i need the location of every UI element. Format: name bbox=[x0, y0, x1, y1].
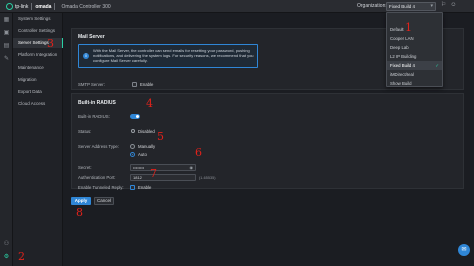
builtin-radius-toggle[interactable] bbox=[130, 114, 140, 119]
tools-icon[interactable]: ✎ bbox=[3, 56, 10, 63]
nav-item-server-settings[interactable]: Server Settings bbox=[13, 38, 63, 48]
devices-icon[interactable]: ▣ bbox=[3, 30, 10, 37]
authentication-port-input[interactable]: 1812 bbox=[130, 174, 196, 181]
product-name: omada bbox=[35, 3, 52, 10]
dropdown-item-label: Fixed Build 4 bbox=[390, 63, 415, 68]
nav-item-platform-integration[interactable]: Platform Integration bbox=[13, 50, 63, 60]
mail-server-info-text: With the Mail Server, the controller can… bbox=[93, 48, 254, 64]
smtp-enable-label: Enable bbox=[140, 82, 154, 87]
authentication-port-label: Authentication Port: bbox=[78, 175, 116, 180]
dashboard-icon[interactable]: ▦ bbox=[3, 17, 10, 24]
annotation-5: 5 bbox=[157, 130, 164, 143]
check-icon: ✓ bbox=[435, 63, 439, 68]
nav-item-label: Controller Settings bbox=[18, 28, 56, 33]
smtp-server-label: SMTP Server: bbox=[78, 82, 105, 87]
product-divider bbox=[54, 3, 56, 10]
dropdown-item-label: Show Build bbox=[390, 81, 412, 86]
smtp-enable-checkbox[interactable] bbox=[132, 82, 137, 87]
clients-icon[interactable]: ▤ bbox=[3, 43, 10, 50]
brand-name: tp-link bbox=[15, 3, 29, 10]
settings-nav: System Settings Controller Settings Serv… bbox=[13, 13, 63, 266]
user-icon[interactable]: ☺ bbox=[450, 2, 457, 9]
nav-item-label: Cloud Access bbox=[18, 101, 46, 106]
dropdown-item-label: Deep Lab bbox=[390, 45, 409, 50]
dropdown-item-selected[interactable]: Fixed Build 4 ✓ bbox=[387, 61, 442, 70]
bell-icon[interactable]: ⚐ bbox=[440, 2, 447, 9]
mail-server-title: Mail Server bbox=[78, 34, 105, 40]
authentication-port-hint: (1-65535) bbox=[199, 176, 216, 180]
tunneled-reply-label: Enable Tunneled Reply: bbox=[78, 185, 124, 190]
cancel-button[interactable]: Cancel bbox=[94, 197, 114, 205]
radius-title: Built-in RADIUS bbox=[78, 100, 116, 106]
organization-label: Organization: bbox=[357, 3, 387, 9]
nav-item-export-data[interactable]: Export Data bbox=[13, 87, 63, 97]
nav-item-label: Migration bbox=[18, 77, 37, 82]
nav-item-label: Maintenance bbox=[18, 65, 44, 70]
secret-input[interactable]: •••••••• ◉ bbox=[130, 164, 196, 171]
eye-icon[interactable]: ◉ bbox=[190, 165, 194, 170]
dropdown-item[interactable]: Cooper LAN bbox=[387, 34, 442, 43]
nav-item-cloud-access[interactable]: Cloud Access bbox=[13, 99, 63, 109]
annotation-7: 7 bbox=[150, 167, 157, 180]
dropdown-item-label: Cooper LAN bbox=[390, 36, 414, 41]
account-icon[interactable]: ⚇ bbox=[3, 241, 10, 248]
dropdown-item[interactable]: Show Build bbox=[387, 79, 442, 88]
tunneled-reply-checkbox[interactable] bbox=[130, 185, 135, 190]
annotation-1: 1 bbox=[405, 21, 412, 34]
nav-item-maintenance[interactable]: Maintenance bbox=[13, 63, 63, 73]
top-icons: ⚐ ☺ bbox=[440, 2, 457, 9]
nav-item-system-settings[interactable]: System Settings bbox=[13, 14, 63, 24]
status-dot-icon bbox=[131, 129, 135, 133]
server-address-type-label: Server Address Type: bbox=[78, 144, 120, 149]
nav-item-label: System Settings bbox=[18, 16, 51, 21]
secret-label: Secret: bbox=[78, 165, 92, 170]
annotation-2: 2 bbox=[18, 250, 25, 263]
nav-item-controller-settings[interactable]: Controller Settings bbox=[13, 26, 63, 36]
dropdown-item[interactable]: iMDirect/Ieal bbox=[387, 70, 442, 79]
secret-input-value: •••••••• bbox=[133, 165, 145, 170]
brand: tp-link omada Omada Controller 300 bbox=[6, 2, 111, 11]
status-value: Disabled bbox=[138, 129, 155, 134]
tp-link-logo-icon bbox=[6, 3, 13, 10]
settings-icon[interactable]: ⚙ bbox=[3, 254, 10, 261]
radius-card: Built-in RADIUS Built-in RADIUS: Status:… bbox=[71, 93, 464, 190]
annotation-8: 8 bbox=[76, 206, 83, 219]
builtin-radius-label: Built-in RADIUS: bbox=[78, 114, 110, 119]
annotation-4: 4 bbox=[146, 97, 153, 110]
nav-item-migration[interactable]: Migration bbox=[13, 75, 63, 85]
authentication-port-value: 1812 bbox=[133, 175, 142, 180]
dropdown-item[interactable]: L2 IP Building bbox=[387, 52, 442, 61]
manually-radio-label: Manually bbox=[138, 144, 156, 149]
controller-name: Omada Controller 300 bbox=[61, 3, 111, 10]
mail-server-info: i With the Mail Server, the controller c… bbox=[78, 44, 258, 68]
apply-button[interactable]: Apply bbox=[71, 197, 91, 205]
auto-radio-label: Auto bbox=[138, 152, 147, 157]
organization-dropdown: Default Cooper LAN Deep Lab L2 IP Buildi… bbox=[386, 12, 443, 87]
annotation-6: 6 bbox=[195, 146, 202, 159]
tunneled-reply-enable-label: Enable bbox=[138, 185, 152, 190]
brand-divider bbox=[31, 3, 33, 10]
dropdown-item[interactable]: Deep Lab bbox=[387, 43, 442, 52]
icon-rail: ▦ ▣ ▤ ✎ ⚇ ⚙ bbox=[0, 13, 13, 266]
chevron-down-icon: ▾ bbox=[430, 3, 433, 9]
info-icon: i bbox=[83, 53, 89, 59]
nav-item-label: Export Data bbox=[18, 89, 42, 94]
dropdown-item[interactable]: Default bbox=[387, 25, 442, 34]
organization-select[interactable]: Fixed Build 4 ▾ bbox=[386, 2, 436, 11]
dropdown-item-label: Default bbox=[390, 27, 404, 32]
manually-radio[interactable] bbox=[130, 144, 135, 149]
dropdown-item-label: L2 IP Building bbox=[390, 54, 417, 59]
nav-item-label: Platform Integration bbox=[18, 52, 58, 57]
auto-radio[interactable] bbox=[130, 152, 135, 157]
nav-item-label: Server Settings bbox=[18, 40, 49, 45]
organization-select-value: Fixed Build 4 bbox=[389, 4, 416, 9]
status-label: Status: bbox=[78, 129, 92, 134]
chat-icon[interactable]: ✉ bbox=[458, 244, 470, 256]
dropdown-item-label: iMDirect/Ieal bbox=[390, 72, 414, 77]
annotation-3: 3 bbox=[47, 37, 54, 50]
